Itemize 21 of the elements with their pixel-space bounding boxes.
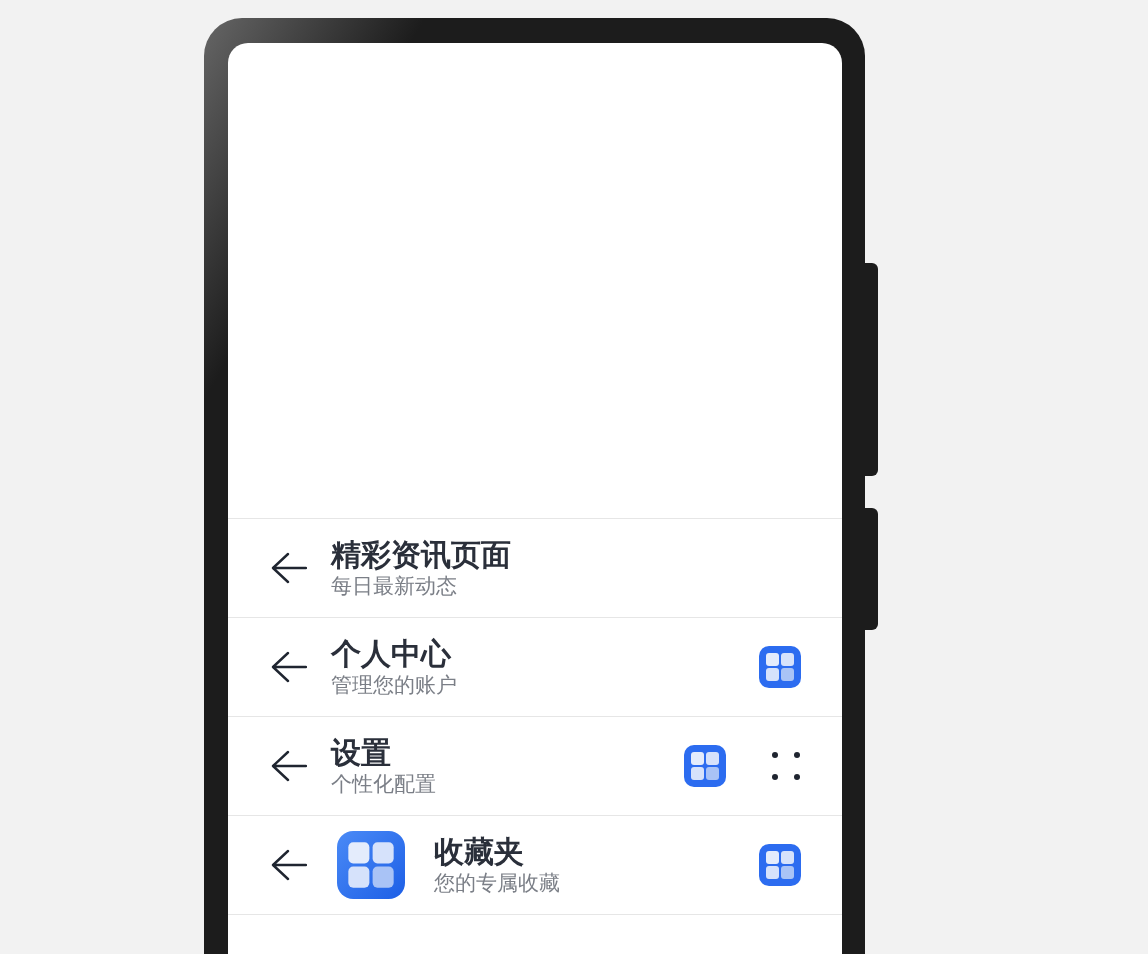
item-title: 设置 [331, 735, 392, 771]
item-title: 个人中心 [331, 636, 452, 672]
list-item[interactable]: 精彩资讯页面 每日最新动态 [228, 519, 842, 618]
app-grid-icon[interactable] [684, 745, 726, 787]
back-arrow-icon[interactable] [271, 750, 307, 782]
back-arrow-icon[interactable] [271, 552, 307, 584]
more-icon[interactable] [771, 751, 801, 781]
app-grid-icon[interactable] [759, 646, 801, 688]
item-title: 精彩资讯页面 [331, 537, 512, 573]
item-subtitle: 管理您的账户 [331, 672, 458, 698]
item-title: 收藏夹 [434, 834, 525, 870]
item-subtitle: 每日最新动态 [331, 573, 458, 599]
item-subtitle: 个性化配置 [331, 771, 437, 797]
list-item[interactable]: 个人中心 管理您的账户 [228, 618, 842, 717]
list-item[interactable]: 收藏夹 您的专属收藏 [228, 816, 842, 915]
list-item[interactable]: 设置 个性化配置 [228, 717, 842, 816]
app-grid-icon [337, 831, 405, 899]
item-subtitle: 您的专属收藏 [434, 870, 561, 896]
back-arrow-icon[interactable] [271, 651, 307, 683]
app-grid-icon[interactable] [759, 844, 801, 886]
back-arrow-icon[interactable] [271, 849, 307, 881]
